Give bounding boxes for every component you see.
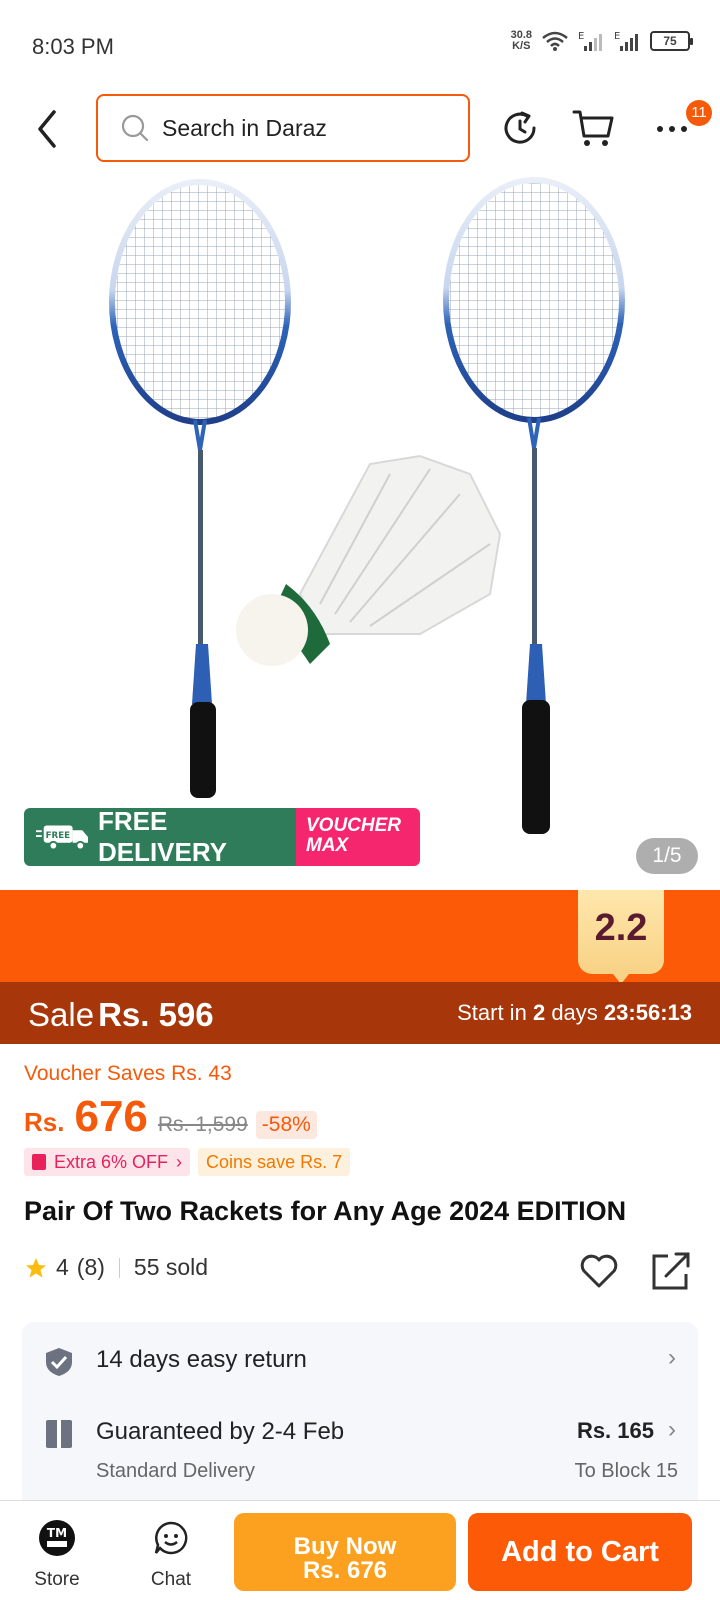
delivery-truck-icon: FREE xyxy=(36,825,89,851)
extra-off-text: Extra 6% OFF xyxy=(54,1152,169,1172)
wifi-icon xyxy=(542,31,568,51)
history-icon[interactable] xyxy=(498,106,542,150)
voucher-max-badge: VOUCHER MAX xyxy=(296,808,420,866)
cart-icon[interactable] xyxy=(572,106,616,150)
delivery-type: Standard Delivery xyxy=(96,1460,255,1482)
current-price: 676 xyxy=(74,1092,148,1141)
sale-label: Sale xyxy=(28,996,95,1033)
coins-save-chip: Coins save Rs. 7 xyxy=(198,1148,351,1176)
network-speed: 30.8 K/S xyxy=(511,30,532,52)
notification-badge: 11 xyxy=(686,100,712,126)
share-icon[interactable] xyxy=(650,1250,692,1292)
back-arrow-icon[interactable] xyxy=(30,106,66,152)
sale-bar: Sale Rs. 596 Start in 2 days 23:56:13 xyxy=(0,982,720,1044)
original-price: Rs. 1,599 xyxy=(157,1113,248,1136)
free-tag-text: FREE xyxy=(46,831,70,841)
add-to-cart-button[interactable]: Add to Cart xyxy=(468,1513,692,1591)
bottom-action-bar: TM Store Chat Buy Now Rs. 676 Add to Car… xyxy=(0,1500,720,1600)
svg-text:E: E xyxy=(614,31,620,42)
delivery-fee: Rs. 165 xyxy=(576,1418,654,1443)
divider xyxy=(118,1257,120,1278)
search-input[interactable] xyxy=(162,114,442,142)
promo-banner: FREE FREE DELIVERY VOUCHER MAX xyxy=(24,808,420,866)
start-days: 2 xyxy=(532,1000,546,1025)
status-time: 8:03 PM xyxy=(32,34,114,59)
store-logo-icon: TM xyxy=(39,1520,75,1556)
sale-price-block: Sale Rs. 596 xyxy=(28,996,214,1034)
battery-icon: 75 xyxy=(650,31,693,51)
service-card: 14 days easy return › Guaranteed by 2-4 … xyxy=(22,1322,698,1512)
promo-chips: Extra 6% OFF › Coins save Rs. 7 xyxy=(24,1148,351,1176)
return-policy-row[interactable]: 14 days easy return › xyxy=(22,1322,698,1400)
shuttlecock xyxy=(236,454,502,666)
buy-now-price: Rs. 676 xyxy=(302,1557,388,1584)
campaign-banner[interactable]: 2.2 xyxy=(0,890,720,984)
delivery-location: To Block 15 xyxy=(574,1460,678,1482)
extra-off-chip[interactable]: Extra 6% OFF › xyxy=(24,1148,191,1176)
free-delivery-badge: FREE FREE DELIVERY xyxy=(24,808,296,866)
image-counter: 1/5 xyxy=(636,838,698,874)
voucher-text: VOUCHER xyxy=(306,815,402,836)
return-policy-text: 14 days easy return xyxy=(96,1346,307,1373)
rating-count: (8) xyxy=(76,1254,105,1280)
campaign-tag: 2.2 xyxy=(578,890,664,984)
shield-check-icon xyxy=(46,1348,72,1376)
signal-icon-sim1: E xyxy=(578,31,602,51)
rating-row[interactable]: 4 (8) 55 sold xyxy=(24,1254,208,1281)
package-icon xyxy=(46,1420,72,1448)
product-title: Pair Of Two Rackets for Any Age 2024 EDI… xyxy=(24,1196,627,1226)
status-icons: 30.8 K/S E E 75 xyxy=(511,30,693,52)
search-box[interactable] xyxy=(96,94,470,162)
days-label: days xyxy=(551,1000,598,1025)
product-image-gallery[interactable]: FREE FREE DELIVERY VOUCHER MAX 1/5 xyxy=(0,174,720,890)
free-delivery-text: FREE DELIVERY xyxy=(97,808,227,866)
price-row: Rs. 676 Rs. 1,599 -58% xyxy=(24,1092,317,1142)
voucher-saves: Voucher Saves Rs. 43 xyxy=(24,1062,232,1085)
store-label: Store xyxy=(34,1569,80,1590)
product-image xyxy=(109,177,625,834)
chat-label: Chat xyxy=(150,1569,192,1590)
left-racket xyxy=(109,179,291,798)
countdown-timer: 23:56:13 xyxy=(603,1000,692,1025)
chat-icon xyxy=(154,1521,188,1555)
delivery-guarantee: Guaranteed by 2-4 Feb xyxy=(96,1418,345,1445)
chevron-right-icon: › xyxy=(176,1152,183,1172)
store-button[interactable]: TM Store xyxy=(22,1519,92,1591)
rating-value: 4 xyxy=(56,1254,69,1280)
price-currency: Rs. xyxy=(24,1107,65,1137)
buy-now-button[interactable]: Buy Now Rs. 676 xyxy=(234,1513,456,1591)
voucher-ticket-icon xyxy=(32,1154,46,1170)
star-icon xyxy=(26,1257,46,1277)
sale-countdown: Start in 2 days 23:56:13 xyxy=(457,1000,692,1026)
delivery-row[interactable]: Guaranteed by 2-4 Feb Standard Delivery … xyxy=(22,1400,698,1512)
chat-button[interactable]: Chat xyxy=(136,1519,206,1591)
network-speed-unit: K/S xyxy=(512,40,531,52)
top-nav: 11 xyxy=(0,84,720,174)
svg-text:E: E xyxy=(578,31,584,42)
start-in-label: Start in xyxy=(457,1000,527,1025)
search-icon xyxy=(121,114,149,142)
heart-icon[interactable] xyxy=(578,1250,620,1292)
status-bar: 8:03 PM 30.8 K/S E E 75 xyxy=(0,0,720,84)
chevron-right-icon: › xyxy=(668,1416,676,1443)
sale-price: Rs. 596 xyxy=(98,996,214,1033)
chevron-right-icon: › xyxy=(668,1344,676,1371)
discount-badge: -58% xyxy=(255,1111,317,1139)
sold-count: 55 sold xyxy=(133,1254,209,1280)
signal-icon-sim2: E xyxy=(614,31,638,51)
max-text: MAX xyxy=(306,835,349,856)
buy-now-label: Buy Now xyxy=(293,1533,397,1560)
svg-text:TM: TM xyxy=(47,1526,67,1540)
